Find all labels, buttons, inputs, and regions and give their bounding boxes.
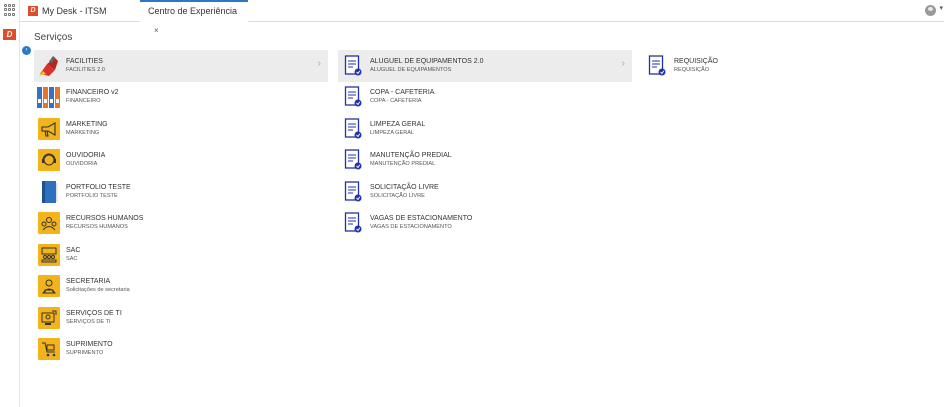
service-item-aluguel-equipamentos[interactable]: ALUGUEL DE EQUIPAMENTOS 2.0 ALUGUEL DE E…	[338, 50, 632, 82]
tab-label: My Desk - ITSM	[42, 6, 107, 16]
secretary-icon	[37, 274, 61, 298]
service-item-vagas-estacionamento[interactable]: VAGAS DE ESTACIONAMENTO VAGAS DE ESTACIO…	[338, 208, 632, 240]
service-column-2: ALUGUEL DE EQUIPAMENTOS 2.0 ALUGUEL DE E…	[338, 50, 632, 239]
service-title: SERVIÇOS DE TI	[66, 309, 122, 317]
brand-logo-icon[interactable]: D	[3, 29, 16, 40]
service-title: OUVIDORIA	[66, 152, 106, 160]
brand-tab-logo-icon: D	[28, 6, 38, 16]
service-title: ALUGUEL DE EQUIPAMENTOS 2.0	[370, 57, 484, 65]
service-title: MARKETING	[66, 120, 108, 128]
facilities-paint-icon	[37, 54, 61, 78]
service-item-financeiro[interactable]: FINANCEIRO v2 FINANCEIRO	[34, 82, 328, 114]
service-title: PORTFOLIO TESTE	[66, 183, 131, 191]
service-item-limpeza-geral[interactable]: LIMPEZA GERAL LIMPEZA GERAL	[338, 113, 632, 145]
expand-arrow-icon[interactable]: ›	[22, 46, 31, 55]
it-support-icon	[37, 306, 61, 330]
service-item-facilities[interactable]: FACILITIES FACILITIES 2.0 ›	[34, 50, 328, 82]
megaphone-icon	[37, 117, 61, 141]
tab-my-desk[interactable]: D My Desk - ITSM	[20, 0, 140, 22]
service-title: FACILITIES	[66, 57, 103, 65]
service-item-portfolio-teste[interactable]: PORTFOLIO TESTE PORTFOLIO TESTE	[34, 176, 328, 208]
service-subtitle: SUPRIMENTO	[66, 350, 104, 357]
request-document-icon	[341, 180, 365, 204]
page-title: Serviços	[34, 32, 73, 43]
service-title: REQUISIÇÃO	[674, 57, 718, 65]
service-title: SOLICITAÇÃO LIVRE	[370, 183, 439, 191]
service-title: SUPRIMENTO	[66, 341, 113, 349]
service-subtitle: ALUGUEL DE EQUIPAMENTOS	[370, 66, 452, 73]
service-subtitle: SAC	[66, 255, 78, 262]
service-subtitle: RECURSOS HUMANOS	[66, 224, 128, 231]
service-subtitle: VAGAS DE ESTACIONAMENTO	[370, 224, 452, 231]
service-column-3: REQUISIÇÃO REQUISIÇÃO	[642, 50, 932, 82]
service-subtitle: MARKETING	[66, 129, 100, 136]
top-bar: D My Desk - ITSM Centro de Experiência ×…	[20, 0, 944, 35]
service-item-manutencao-predial[interactable]: MANUTENÇÃO PREDIAL MANUTENÇÃO PREDIAL	[338, 145, 632, 177]
tab-label: Centro de Experiência	[148, 6, 238, 16]
service-item-copa-cafeteria[interactable]: COPA - CAFETERIA COPA - CAFETERIA	[338, 82, 632, 114]
service-column-1: FACILITIES FACILITIES 2.0 › FINANCEIRO v…	[34, 50, 328, 365]
service-title: MANUTENÇÃO PREDIAL	[370, 152, 452, 160]
request-document-icon	[341, 85, 365, 109]
service-title: VAGAS DE ESTACIONAMENTO	[370, 215, 473, 223]
headset-icon	[37, 148, 61, 172]
service-subtitle: REQUISIÇÃO	[674, 66, 710, 73]
service-item-servicos-de-ti[interactable]: SERVIÇOS DE TI SERVIÇOS DE TI	[34, 302, 328, 334]
book-icon	[37, 180, 61, 204]
service-title: LIMPEZA GERAL	[370, 120, 426, 128]
service-title: FINANCEIRO v2	[66, 89, 119, 97]
service-subtitle: PORTFOLIO TESTE	[66, 192, 118, 199]
service-subtitle: OUVIDORIA	[66, 161, 98, 168]
service-title: SAC	[66, 246, 81, 254]
service-item-marketing[interactable]: MARKETING MARKETING	[34, 113, 328, 145]
service-subtitle: FACILITIES 2.0	[66, 66, 105, 73]
service-item-ouvidoria[interactable]: OUVIDORIA OUVIDORIA	[34, 145, 328, 177]
service-subtitle: COPA - CAFETERIA	[370, 98, 422, 105]
close-icon[interactable]: ×	[154, 26, 159, 35]
service-item-requisicao[interactable]: REQUISIÇÃO REQUISIÇÃO	[642, 50, 932, 82]
service-item-recursos-humanos[interactable]: RECURSOS HUMANOS RECURSOS HUMANOS	[34, 208, 328, 240]
request-document-icon	[341, 117, 365, 141]
service-item-secretaria[interactable]: SECRETARIA Solicitações de secretaria	[34, 271, 328, 303]
request-document-icon	[341, 54, 365, 78]
user-avatar-icon[interactable]	[925, 5, 936, 16]
people-icon	[37, 211, 61, 235]
service-title: SECRETARIA	[66, 278, 111, 286]
tab-centro-experiencia[interactable]: Centro de Experiência ×	[140, 0, 248, 35]
request-document-icon	[341, 148, 365, 172]
chevron-down-icon[interactable]: ▾	[939, 4, 943, 12]
service-subtitle: Solicitações de secretaria	[66, 287, 130, 294]
service-subtitle: SOLICITAÇÃO LIVRE	[370, 192, 425, 199]
service-subtitle: FINANCEIRO	[66, 98, 101, 105]
request-document-icon	[645, 54, 669, 78]
service-title: RECURSOS HUMANOS	[66, 215, 144, 223]
binders-icon	[37, 85, 61, 109]
service-title: COPA - CAFETERIA	[370, 89, 435, 97]
service-item-solicitacao-livre[interactable]: SOLICITAÇÃO LIVRE SOLICITAÇÃO LIVRE	[338, 176, 632, 208]
left-rail: D	[0, 0, 20, 407]
customer-service-icon	[37, 243, 61, 267]
apps-grid-icon[interactable]	[4, 4, 16, 16]
supply-cart-icon	[37, 337, 61, 361]
service-item-sac[interactable]: SAC SAC	[34, 239, 328, 271]
request-document-icon	[341, 211, 365, 235]
service-subtitle: MANUTENÇÃO PREDIAL	[370, 161, 436, 168]
service-subtitle: SERVIÇOS DE TI	[66, 318, 111, 325]
service-subtitle: LIMPEZA GERAL	[370, 129, 415, 136]
chevron-right-icon: ›	[317, 58, 321, 69]
service-item-suprimento[interactable]: SUPRIMENTO SUPRIMENTO	[34, 334, 328, 366]
chevron-right-icon: ›	[621, 58, 625, 69]
